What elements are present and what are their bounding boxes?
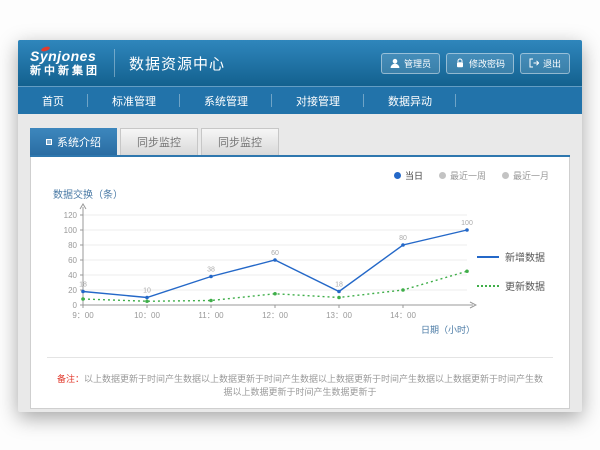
logo: Synjones 新中新集团 (30, 49, 115, 76)
tab-sync-monitor-1[interactable]: 同步监控 (120, 128, 198, 155)
content-area: 系统介绍 同步监控 同步监控 当日 最近一周 最近一月 数据交 (18, 114, 582, 409)
svg-text:120: 120 (64, 211, 78, 220)
nav-item-data-change[interactable]: 数据异动 (364, 87, 456, 114)
legend-new-data[interactable]: 新增数据 (477, 249, 551, 264)
logo-text: Synjones (30, 49, 100, 64)
time-filter-legend: 当日 最近一周 最近一月 (47, 165, 553, 184)
svg-text:13：00: 13：00 (326, 311, 352, 320)
tab-bar: 系统介绍 同步监控 同步监控 (30, 128, 570, 157)
svg-text:9：00: 9：00 (72, 311, 94, 320)
nav-item-home[interactable]: 首页 (18, 87, 88, 114)
nav-item-interface-mgmt[interactable]: 对接管理 (272, 87, 364, 114)
filter-dot-icon (394, 172, 401, 179)
svg-text:12：00: 12：00 (262, 311, 288, 320)
logo-subtitle: 新中新集团 (30, 65, 100, 77)
svg-text:14：00: 14：00 (390, 311, 416, 320)
admin-user-button[interactable]: 管理员 (381, 53, 440, 74)
filter-dot-icon (502, 172, 509, 179)
svg-text:0: 0 (73, 301, 78, 310)
svg-text:80: 80 (68, 241, 77, 250)
svg-text:11：00: 11：00 (198, 311, 224, 320)
app-header: Synjones 新中新集团 数据资源中心 管理员 修改密码 退出 (18, 40, 582, 86)
tab-sync-monitor-2[interactable]: 同步监控 (201, 128, 279, 155)
svg-text:100: 100 (461, 220, 473, 227)
nav-item-system-mgmt[interactable]: 系统管理 (180, 87, 272, 114)
user-icon (390, 58, 400, 68)
svg-text:日期（小时）: 日期（小时） (421, 324, 475, 335)
filter-last-week[interactable]: 最近一周 (439, 169, 486, 182)
line-sample-icon (477, 285, 499, 287)
footnote-text: 以上数据更新于时间产生数据以上数据更新于时间产生数据以上数据更新于时间产生数据以… (84, 374, 543, 397)
app-window: Synjones 新中新集团 数据资源中心 管理员 修改密码 退出 (18, 40, 582, 412)
footnote: 备注：以上数据更新于时间产生数据以上数据更新于时间产生数据以上数据更新于时间产生… (47, 357, 553, 412)
main-nav: 首页 标准管理 系统管理 对接管理 数据异动 (18, 86, 582, 114)
svg-text:80: 80 (399, 235, 407, 242)
filter-today[interactable]: 当日 (394, 169, 423, 182)
page-title: 数据资源中心 (129, 53, 225, 74)
series-legend: 新增数据 更新数据 (477, 249, 551, 293)
change-password-button[interactable]: 修改密码 (446, 53, 514, 74)
tab-icon (46, 139, 52, 145)
filter-dot-icon (439, 172, 446, 179)
legend-updated-data[interactable]: 更新数据 (477, 278, 551, 293)
svg-text:18: 18 (335, 282, 343, 289)
svg-text:10: 10 (143, 288, 151, 295)
chart-panel: 当日 最近一周 最近一月 数据交换（条） 0 20 40 60 80 100 120 9：00… (30, 157, 570, 409)
svg-text:20: 20 (68, 286, 77, 295)
chart-row: 0 20 40 60 80 100 120 9：00 10：00 11：00 12：00 13：00 1… (47, 201, 553, 351)
svg-text:18: 18 (79, 282, 87, 289)
nav-item-standard-mgmt[interactable]: 标准管理 (88, 87, 180, 114)
svg-text:10：00: 10：00 (134, 311, 160, 320)
lock-icon (455, 58, 465, 68)
logout-button[interactable]: 退出 (520, 53, 570, 74)
filter-last-month[interactable]: 最近一月 (502, 169, 549, 182)
logout-icon (529, 58, 539, 68)
y-axis-title: 数据交换（条） (53, 186, 553, 201)
line-chart: 0 20 40 60 80 100 120 9：00 10：00 11：00 12：00 13：00 1… (47, 201, 477, 351)
svg-text:40: 40 (68, 271, 77, 280)
tab-system-intro[interactable]: 系统介绍 (30, 128, 117, 155)
svg-text:60: 60 (68, 256, 77, 265)
svg-text:100: 100 (64, 226, 78, 235)
svg-text:38: 38 (207, 267, 215, 274)
header-actions: 管理员 修改密码 退出 (381, 53, 570, 74)
svg-text:60: 60 (271, 250, 279, 257)
footnote-label: 备注： (57, 374, 84, 384)
line-sample-icon (477, 256, 499, 258)
